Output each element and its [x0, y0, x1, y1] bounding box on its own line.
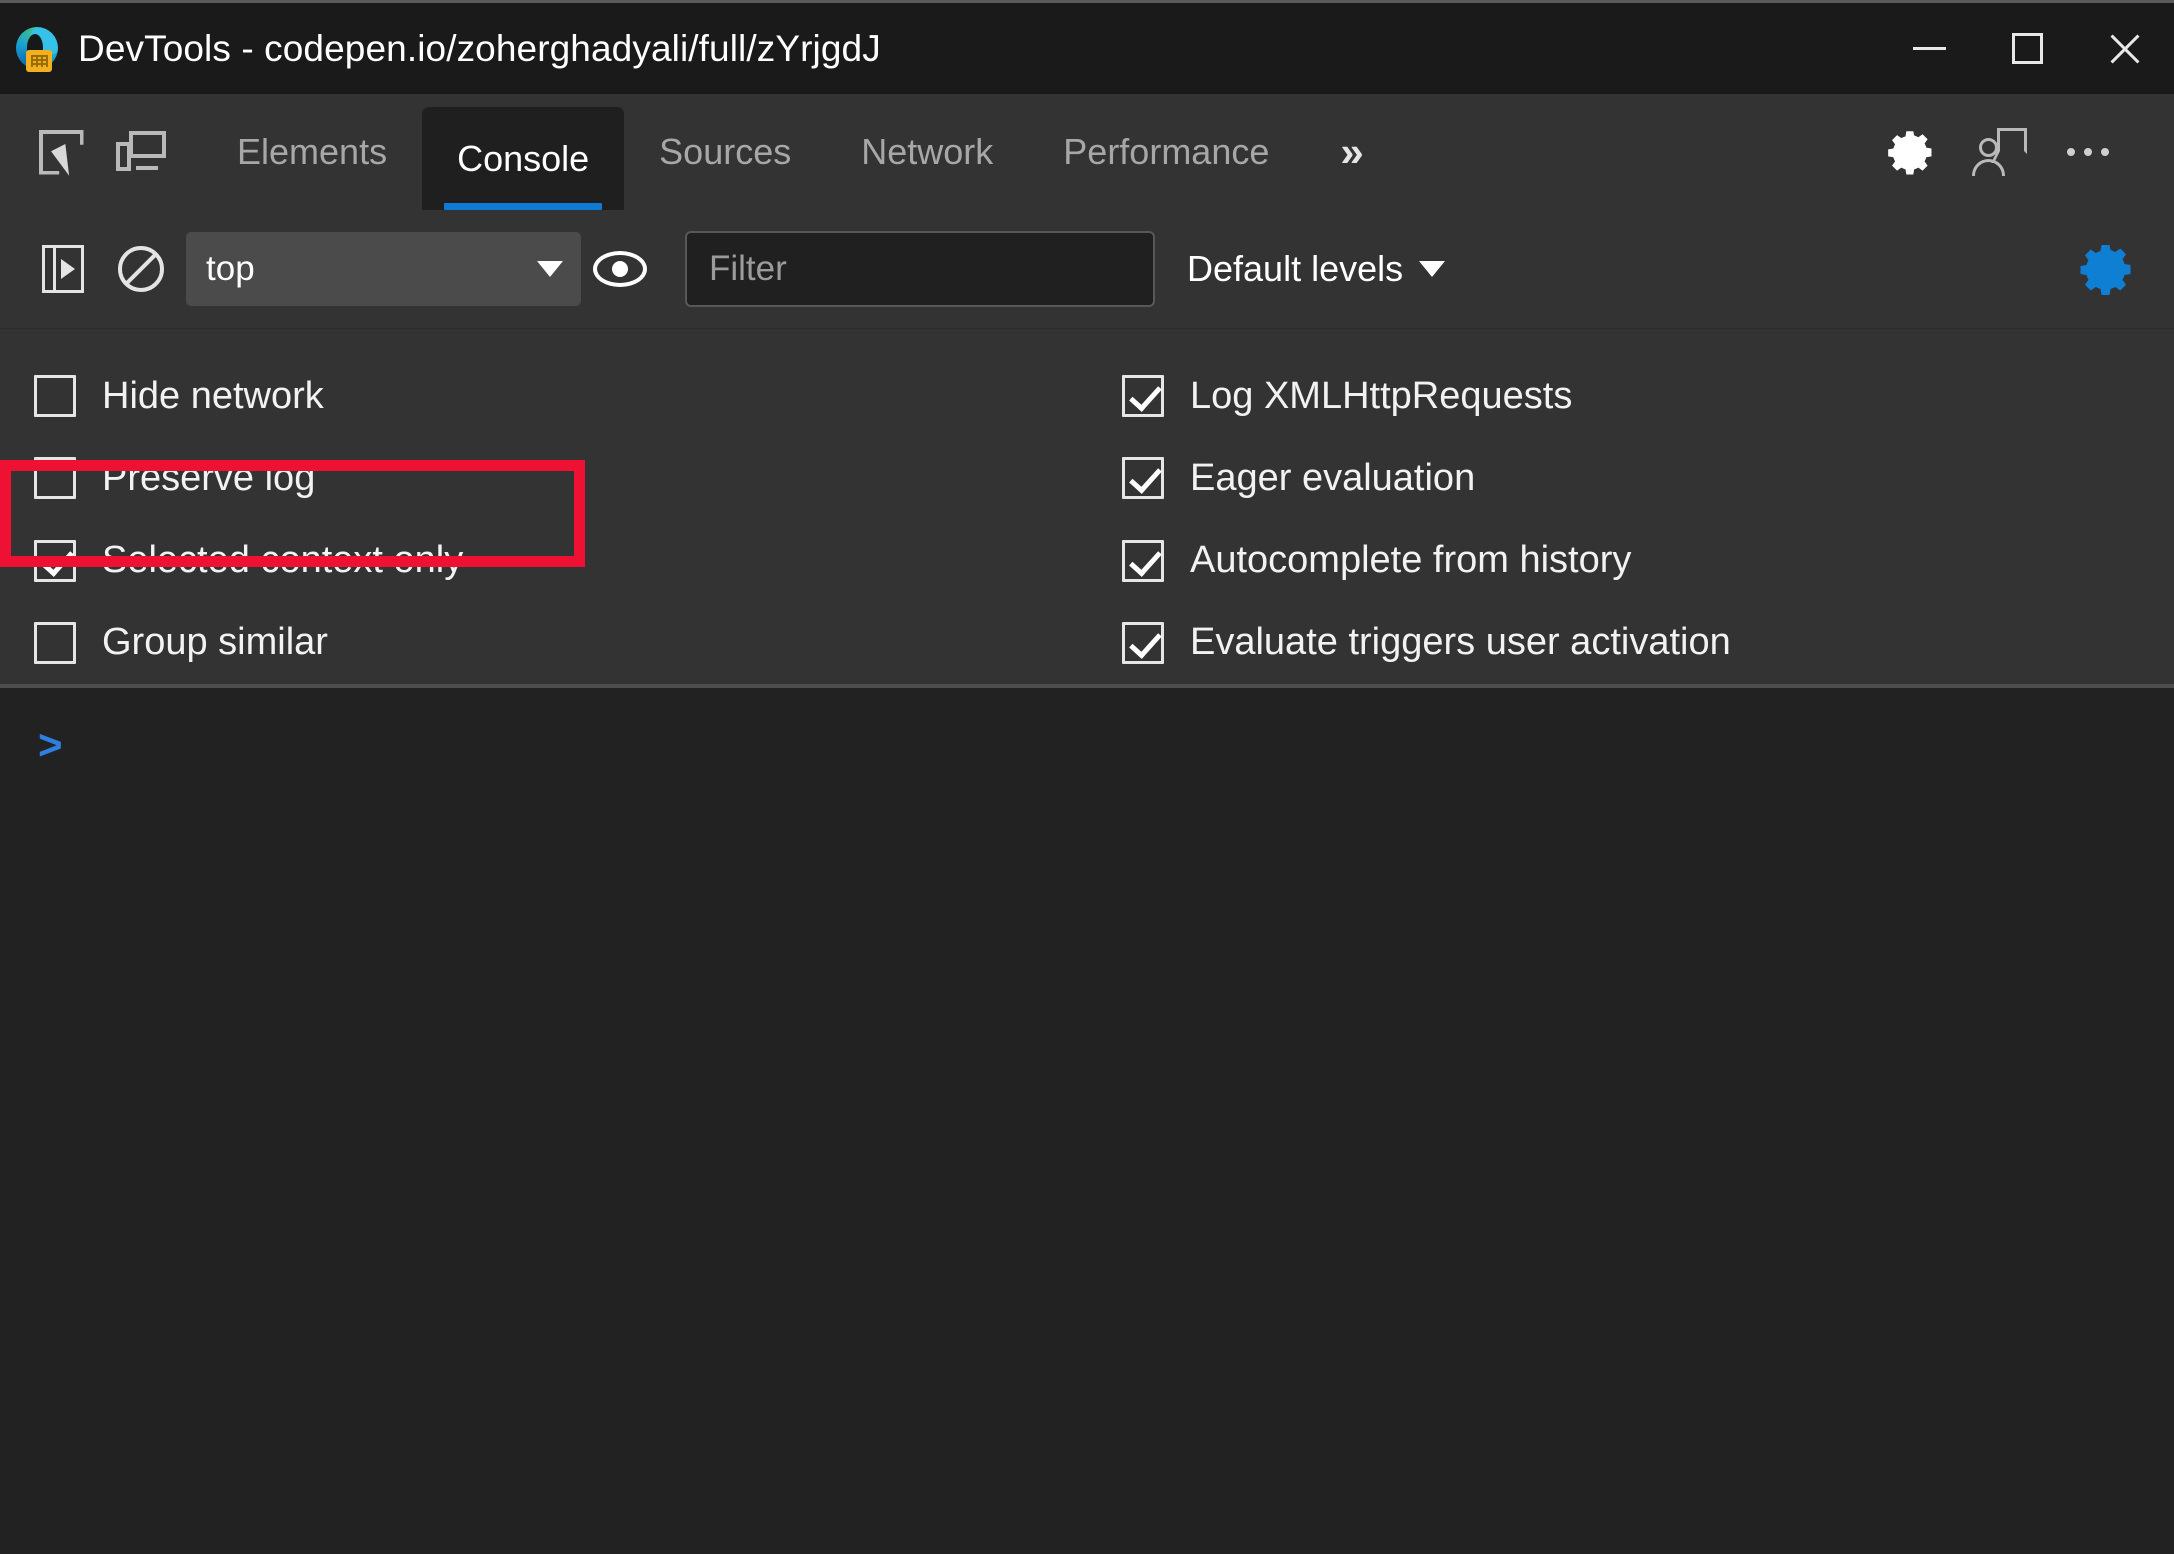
- log-levels-label: Default levels: [1187, 248, 1404, 289]
- send-feedback-button[interactable]: [1956, 108, 2044, 196]
- log-levels-dropdown[interactable]: Default levels: [1187, 248, 1446, 290]
- autocomplete-from-history-label: Autocomplete from history: [1190, 539, 1632, 582]
- setting-evaluate-triggers-user-activation[interactable]: Evaluate triggers user activation: [1122, 602, 2174, 684]
- tab-console-label: Console: [457, 137, 590, 179]
- live-expression-button[interactable]: [581, 230, 659, 308]
- tab-performance[interactable]: Performance: [1028, 94, 1304, 210]
- tab-elements-label: Elements: [237, 131, 388, 172]
- setting-preserve-log[interactable]: Preserve log: [34, 437, 1090, 519]
- tab-sources-label: Sources: [659, 131, 792, 172]
- title-bar: DevTools - codepen.io/zoherghadyali/full…: [0, 3, 2174, 94]
- log-xmlhttprequests-label: Log XMLHttpRequests: [1190, 374, 1573, 417]
- evaluate-triggers-user-activation-label: Evaluate triggers user activation: [1190, 621, 1731, 664]
- chevron-down-icon: [537, 261, 563, 277]
- console-filter-placeholder: Filter: [709, 249, 787, 288]
- minimize-icon: [1912, 47, 1946, 50]
- console-filter-input[interactable]: Filter: [685, 231, 1155, 307]
- live-expression-eye-icon: [593, 251, 647, 287]
- edge-devtools-icon: [14, 26, 60, 72]
- inspect-element-button[interactable]: [26, 117, 96, 187]
- close-icon: [2106, 30, 2144, 68]
- devtools-tab-bar: Elements Console Sources Network Perform…: [0, 94, 2174, 210]
- tab-console[interactable]: Console: [422, 107, 625, 210]
- selected-context-only-checkbox[interactable]: [34, 539, 76, 582]
- console-output-area[interactable]: >: [0, 688, 2174, 1554]
- group-similar-label: Group similar: [102, 621, 328, 664]
- autocomplete-from-history-checkbox[interactable]: [1122, 539, 1164, 582]
- settings-column-right: Log XMLHttpRequests Eager evaluation Aut…: [1090, 355, 2174, 684]
- chevron-down-icon: [1419, 261, 1446, 277]
- hide-network-label: Hide network: [102, 374, 324, 417]
- active-tab-indicator: [444, 203, 603, 210]
- more-options-button[interactable]: [2044, 108, 2132, 196]
- chevron-double-right-icon: »: [1340, 128, 1364, 175]
- more-options-icon: [2067, 148, 2109, 156]
- context-select-value: top: [206, 249, 255, 288]
- console-toolbar: top Filter Default levels: [0, 210, 2174, 329]
- tab-network-label: Network: [861, 131, 994, 172]
- close-button[interactable]: [2076, 3, 2174, 94]
- setting-group-similar[interactable]: Group similar: [34, 602, 1090, 684]
- feedback-person-icon: [1972, 128, 2027, 176]
- settings-column-left: Hide network Preserve log Selected conte…: [0, 355, 1090, 684]
- maximize-button[interactable]: [1978, 3, 2076, 94]
- selected-context-only-label: Selected context only: [102, 539, 464, 582]
- tab-sources[interactable]: Sources: [624, 94, 826, 210]
- inspect-element-icon: [38, 129, 84, 178]
- javascript-context-select[interactable]: top: [186, 232, 581, 306]
- preserve-log-checkbox[interactable]: [34, 457, 76, 500]
- group-similar-checkbox[interactable]: [34, 621, 76, 664]
- setting-hide-network[interactable]: Hide network: [34, 355, 1090, 437]
- sidebar-toggle-icon: [42, 245, 84, 293]
- window-title: DevTools - codepen.io/zoherghadyali/full…: [78, 27, 881, 69]
- panel-tabs: Elements Console Sources Network Perform…: [202, 94, 1394, 210]
- log-xmlhttprequests-checkbox[interactable]: [1122, 375, 1164, 418]
- console-sidebar-toggle-button[interactable]: [24, 230, 102, 308]
- tab-bar-tools: [0, 94, 186, 210]
- device-toolbar-icon: [116, 131, 166, 173]
- console-prompt-row[interactable]: >: [38, 724, 2174, 766]
- tab-performance-label: Performance: [1063, 131, 1270, 172]
- maximize-icon: [2011, 33, 2043, 64]
- evaluate-triggers-user-activation-checkbox[interactable]: [1122, 621, 1164, 664]
- more-tabs-button[interactable]: »: [1310, 94, 1393, 210]
- setting-autocomplete-from-history[interactable]: Autocomplete from history: [1122, 520, 2174, 602]
- setting-eager-evaluation[interactable]: Eager evaluation: [1122, 437, 2174, 519]
- window-controls: [1880, 3, 2174, 94]
- preserve-log-label: Preserve log: [102, 456, 316, 499]
- devtools-window: DevTools - codepen.io/zoherghadyali/full…: [0, 0, 2174, 1554]
- tab-bar-actions: [1868, 94, 2174, 210]
- setting-log-xmlhttprequests[interactable]: Log XMLHttpRequests: [1122, 355, 2174, 437]
- devtools-settings-button[interactable]: [1868, 108, 1956, 196]
- clear-console-button[interactable]: [102, 230, 180, 308]
- console-settings-panel: Hide network Preserve log Selected conte…: [0, 329, 2174, 688]
- eager-evaluation-label: Eager evaluation: [1190, 456, 1476, 499]
- tab-network[interactable]: Network: [826, 94, 1028, 210]
- device-toolbar-button[interactable]: [106, 117, 176, 187]
- clear-console-icon: [118, 246, 164, 292]
- console-settings-button[interactable]: [2078, 239, 2138, 299]
- gear-icon: [1886, 126, 1938, 178]
- console-prompt-chevron-icon: >: [38, 721, 63, 768]
- eager-evaluation-checkbox[interactable]: [1122, 457, 1164, 500]
- console-settings-gear-icon: [2080, 245, 2131, 295]
- hide-network-checkbox[interactable]: [34, 375, 76, 418]
- setting-selected-context-only[interactable]: Selected context only: [34, 520, 1090, 602]
- tab-elements[interactable]: Elements: [202, 94, 422, 210]
- minimize-button[interactable]: [1880, 3, 1978, 94]
